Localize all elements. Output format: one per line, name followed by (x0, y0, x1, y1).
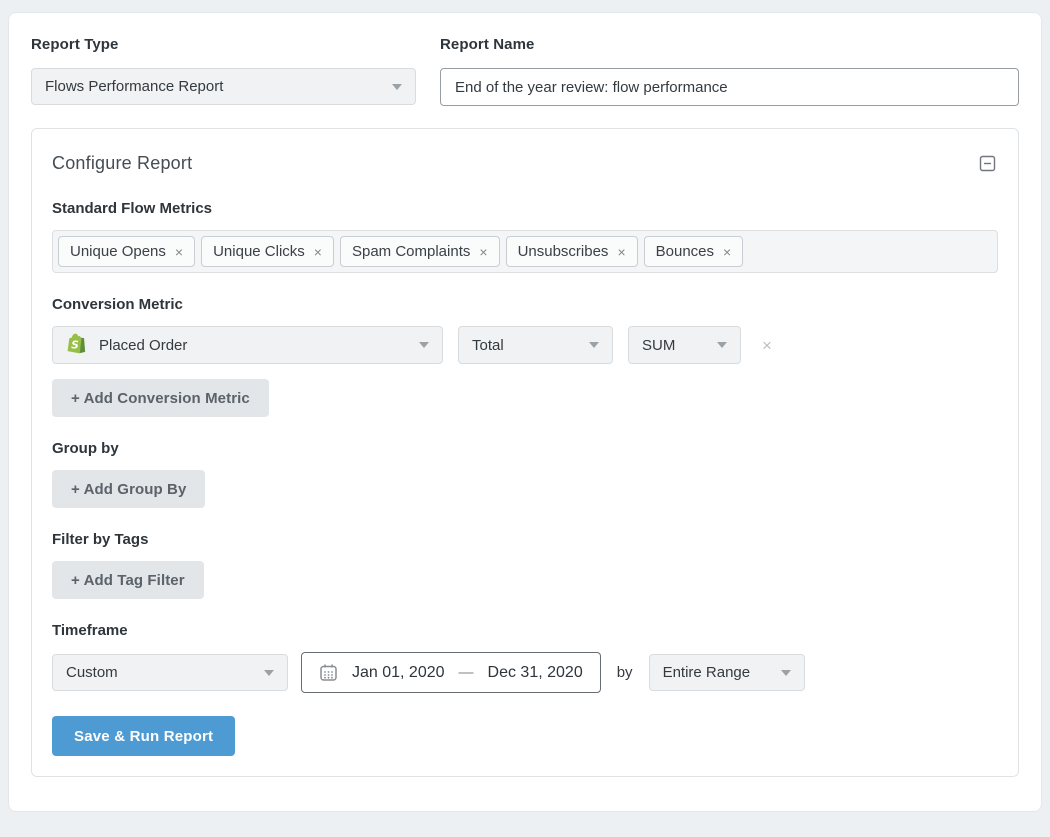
chevron-down-icon (419, 342, 429, 348)
conversion-metric-value: Placed Order (99, 337, 187, 354)
group-by-section: Group by + Add Group By (52, 440, 998, 508)
timeframe-type-select[interactable]: Custom (52, 654, 288, 691)
minus-square-icon (979, 155, 996, 172)
remove-chip-icon[interactable]: × (617, 245, 625, 259)
standard-flow-metrics-input[interactable]: Unique Opens × Unique Clicks × Spam Comp… (52, 230, 998, 273)
remove-chip-icon[interactable]: × (479, 245, 487, 259)
conversion-measure-select[interactable]: Total (458, 326, 613, 364)
chevron-down-icon (589, 342, 599, 348)
shopify-icon: S (66, 333, 87, 357)
filter-by-tags-label: Filter by Tags (52, 531, 998, 548)
configure-report-title: Configure Report (52, 153, 192, 174)
report-type-select[interactable]: Flows Performance Report (31, 68, 416, 105)
report-setup-row: Report Type Flows Performance Report Rep… (31, 36, 1019, 106)
metric-chip-unique-opens: Unique Opens × (58, 236, 195, 267)
chip-label: Unsubscribes (518, 243, 609, 260)
conversion-metric-select[interactable]: S Placed Order (52, 326, 443, 364)
add-conversion-metric-button[interactable]: + Add Conversion Metric (52, 379, 269, 417)
filter-by-tags-section: Filter by Tags + Add Tag Filter (52, 531, 998, 599)
chevron-down-icon (264, 670, 274, 676)
metric-chip-unique-clicks: Unique Clicks × (201, 236, 334, 267)
add-group-by-button[interactable]: + Add Group By (52, 470, 205, 508)
chip-label: Unique Clicks (213, 243, 305, 260)
conversion-measure-value: Total (472, 337, 504, 354)
report-builder-card: Report Type Flows Performance Report Rep… (8, 12, 1042, 812)
by-label: by (617, 664, 633, 681)
date-range-separator: — (459, 664, 474, 681)
report-type-label: Report Type (31, 36, 416, 53)
configure-report-panel: Configure Report Standard Flow Metrics U… (31, 128, 1019, 777)
chip-label: Spam Complaints (352, 243, 470, 260)
conversion-aggregate-select[interactable]: SUM (628, 326, 741, 364)
timeframe-label: Timeframe (52, 622, 998, 639)
conversion-aggregate-value: SUM (642, 337, 675, 354)
remove-chip-icon[interactable]: × (175, 245, 183, 259)
metric-chip-bounces: Bounces × (644, 236, 744, 267)
chevron-down-icon (717, 342, 727, 348)
standard-flow-metrics-label: Standard Flow Metrics (52, 200, 998, 217)
metric-chip-spam-complaints: Spam Complaints × (340, 236, 500, 267)
calendar-icon (319, 663, 338, 682)
chip-label: Bounces (656, 243, 714, 260)
remove-chip-icon[interactable]: × (314, 245, 322, 259)
conversion-metric-section: Conversion Metric S Placed Order (52, 296, 998, 417)
chevron-down-icon (781, 670, 791, 676)
metric-chip-unsubscribes: Unsubscribes × (506, 236, 638, 267)
report-name-label: Report Name (440, 36, 1019, 53)
report-name-field: Report Name (440, 36, 1019, 106)
group-by-label: Group by (52, 440, 998, 457)
chip-label: Unique Opens (70, 243, 166, 260)
collapse-panel-button[interactable] (977, 153, 998, 174)
start-date-value[interactable]: Jan 01, 2020 (352, 664, 445, 682)
remove-conversion-metric-button[interactable]: × (756, 337, 778, 354)
interval-value: Entire Range (663, 664, 751, 681)
configure-report-header: Configure Report (52, 153, 998, 174)
end-date-value[interactable]: Dec 31, 2020 (488, 664, 583, 682)
conversion-metric-label: Conversion Metric (52, 296, 998, 313)
save-and-run-report-button[interactable]: Save & Run Report (52, 716, 235, 756)
remove-chip-icon[interactable]: × (723, 245, 731, 259)
timeframe-type-value: Custom (66, 664, 118, 681)
report-name-input[interactable] (440, 68, 1019, 106)
standard-flow-metrics-section: Standard Flow Metrics Unique Opens × Uni… (52, 200, 998, 273)
report-type-field: Report Type Flows Performance Report (31, 36, 416, 106)
date-range-picker[interactable]: Jan 01, 2020 — Dec 31, 2020 (301, 652, 601, 693)
svg-text:S: S (71, 340, 79, 352)
report-type-value: Flows Performance Report (45, 78, 223, 95)
conversion-metric-row: S Placed Order Total SUM × (52, 326, 998, 364)
timeframe-section: Timeframe Custom (52, 622, 998, 693)
interval-select[interactable]: Entire Range (649, 654, 805, 691)
add-tag-filter-button[interactable]: + Add Tag Filter (52, 561, 204, 599)
timeframe-row: Custom (52, 652, 998, 693)
chevron-down-icon (392, 84, 402, 90)
